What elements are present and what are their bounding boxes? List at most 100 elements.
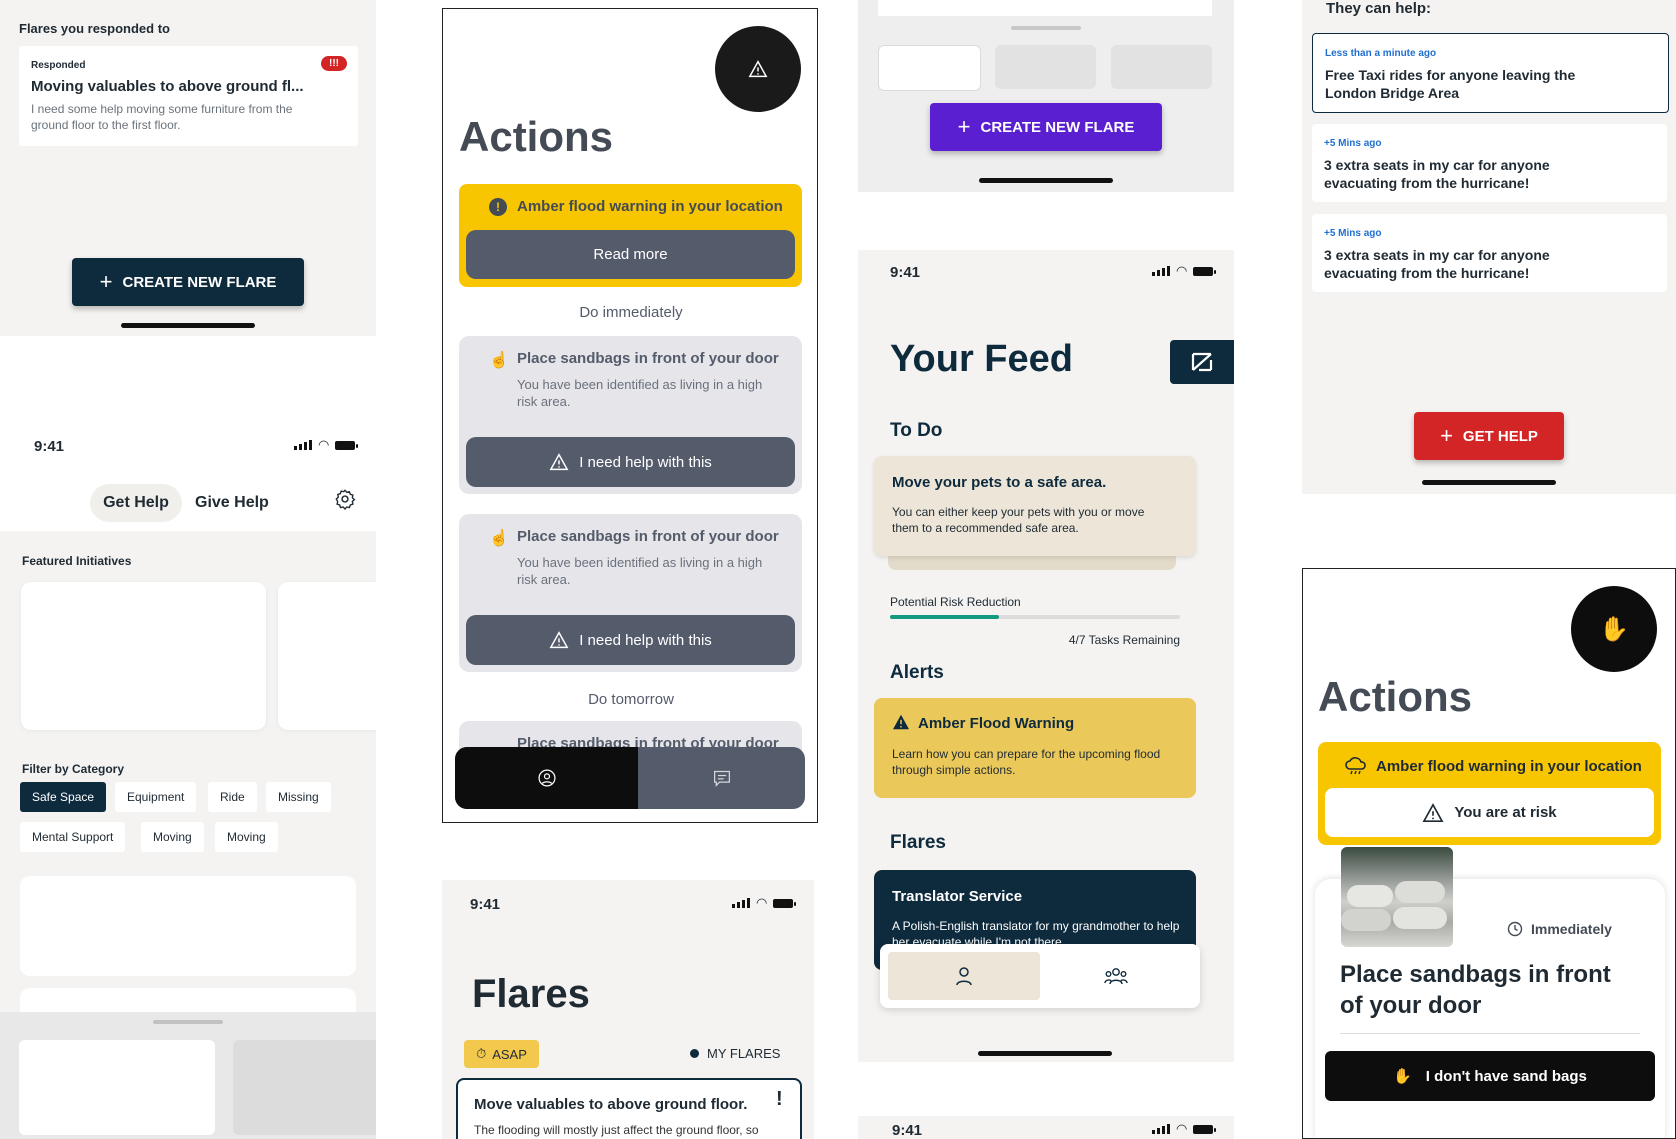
plus-icon: + xyxy=(99,269,113,294)
status-time: 9:41 xyxy=(470,896,501,913)
flare-title: Move valuables to above ground floor. xyxy=(474,1096,748,1113)
create-flare-button[interactable]: + CREATE NEW FLARE xyxy=(72,258,304,306)
sheet-option[interactable] xyxy=(1111,45,1212,89)
chip-mental-support[interactable]: Mental Support xyxy=(20,822,126,852)
warning-icon xyxy=(549,631,569,649)
chip-moving[interactable]: Moving xyxy=(215,822,278,852)
get-help-button[interactable]: + GET HELP xyxy=(1414,412,1564,460)
get-help-screen: 9:41 ◠ Get Help Give Help Featured Initi… xyxy=(0,336,376,1139)
offer-text: 3 extra seats in my car for anyone evacu… xyxy=(1324,157,1550,191)
divider xyxy=(1340,1033,1640,1034)
alert-text: Amber flood warning in your location xyxy=(517,198,783,215)
nav-messages[interactable] xyxy=(638,747,805,809)
task-title: Place sandbags in front of your door xyxy=(517,350,779,367)
page-title: Your Feed xyxy=(890,338,1073,380)
sheet-handle[interactable] xyxy=(1011,26,1081,30)
no-sandbags-button[interactable]: ✋ I don't have sand bags xyxy=(1325,1051,1655,1101)
tab-get-help[interactable]: Get Help xyxy=(90,484,182,522)
my-flares-toggle[interactable]: MY FLARES xyxy=(690,1046,780,1061)
create-flare-label: CREATE NEW FLARE xyxy=(980,118,1135,136)
list-item[interactable] xyxy=(20,876,356,976)
need-help-button[interactable]: I need help with this xyxy=(466,437,795,487)
raised-hand-icon[interactable]: ✋ xyxy=(1571,586,1657,672)
bottom-sheet xyxy=(0,1012,376,1139)
status-badge: Responded xyxy=(31,60,86,71)
flare-body: The flooding will mostly just affect the… xyxy=(474,1123,759,1137)
risk-button[interactable]: You are at risk xyxy=(1325,788,1654,837)
nav-profile[interactable] xyxy=(888,952,1040,1000)
bottom-nav xyxy=(880,944,1200,1008)
filter-title: Filter by Category xyxy=(22,762,125,776)
group-label: Do immediately xyxy=(579,304,683,321)
tab-give-help[interactable]: Give Help xyxy=(195,484,269,522)
raised-hand-icon: ✋ xyxy=(1393,1068,1412,1085)
sheet-option[interactable] xyxy=(19,1040,215,1135)
offer-card[interactable]: Less than a minute ago Free Taxi rides f… xyxy=(1312,33,1669,113)
nav-community[interactable] xyxy=(1040,952,1192,1000)
actions-screen: Actions ! Amber flood warning in your lo… xyxy=(442,8,818,823)
exclamation-icon: ! xyxy=(489,198,507,216)
chip-equipment[interactable]: Equipment xyxy=(115,782,197,812)
offer-card[interactable]: +5 Mins ago 3 extra seats in my car for … xyxy=(1312,124,1667,202)
asap-badge[interactable]: ⏱ ASAP xyxy=(464,1040,539,1068)
create-flare-button[interactable]: + CREATE NEW FLARE xyxy=(930,103,1162,151)
offer-text: 3 extra seats in my car for anyone evacu… xyxy=(1324,247,1550,281)
need-help-button[interactable]: I need help with this xyxy=(466,615,795,665)
chip-moving[interactable]: Moving xyxy=(141,822,204,852)
sheet-top xyxy=(878,0,1212,16)
dot-icon xyxy=(690,1049,699,1058)
responded-flare-card[interactable]: Responded !!! Moving valuables to above … xyxy=(19,46,358,146)
featured-card[interactable] xyxy=(21,582,266,730)
alert-card[interactable]: Amber Flood Warning Learn how you can pr… xyxy=(874,698,1196,798)
warning-icon xyxy=(549,453,569,471)
offer-time: Less than a minute ago xyxy=(1325,48,1437,59)
home-indicator xyxy=(1422,480,1556,485)
message-icon xyxy=(713,770,730,787)
sheet-handle[interactable] xyxy=(153,1020,223,1024)
task-title: Place sandbags in front of your door xyxy=(517,528,779,545)
tap-icon: ☝ xyxy=(489,530,509,547)
home-indicator xyxy=(978,1051,1112,1056)
rain-cloud-icon xyxy=(1345,757,1366,775)
task-card: ☝ Place sandbags in front of your door Y… xyxy=(459,336,802,494)
offer-text: Free Taxi rides for anyone leaving the L… xyxy=(1325,67,1576,101)
risk-progress-bar xyxy=(890,615,1180,619)
flare-title: Moving valuables to above ground fl... xyxy=(31,78,304,95)
urgency-icon: ! xyxy=(776,1088,783,1110)
task-desc: You have been identified as living in a … xyxy=(517,555,763,587)
flare-card[interactable]: Move valuables to above ground floor. ! … xyxy=(456,1078,802,1139)
chip-safe-space[interactable]: Safe Space xyxy=(20,782,107,812)
actions-detail-screen: ✋ Actions Amber flood warning in your lo… xyxy=(1302,568,1676,1139)
status-time: 9:41 xyxy=(892,1122,923,1139)
warning-icon[interactable] xyxy=(715,26,801,112)
todo-title: To Do xyxy=(890,420,943,441)
section-title: They can help: xyxy=(1326,0,1432,17)
nav-profile[interactable] xyxy=(455,747,638,809)
flare-body: I need some help moving some furniture f… xyxy=(31,102,293,132)
settings-gear-icon[interactable] xyxy=(334,488,356,511)
todo-card[interactable]: Move your pets to a safe area. You can e… xyxy=(874,456,1196,556)
offer-card[interactable]: +5 Mins ago 3 extra seats in my car for … xyxy=(1312,214,1667,292)
task-card: ☝ Place sandbags in front of your door Y… xyxy=(459,514,802,672)
feed-screen: 9:41 ◠ Your Feed To Do Move your pets to… xyxy=(858,250,1234,1062)
person-icon xyxy=(956,967,972,986)
alerts-title: Alerts xyxy=(890,662,944,683)
chip-ride[interactable]: Ride xyxy=(208,782,257,812)
sheet-option[interactable] xyxy=(878,45,981,91)
page-title: Actions xyxy=(1318,673,1473,720)
app-logo-icon[interactable] xyxy=(1170,340,1234,384)
sheet-option[interactable] xyxy=(233,1040,376,1135)
battery-icon xyxy=(1193,1124,1217,1134)
section-title: Flares you responded to xyxy=(19,21,170,36)
read-more-button[interactable]: Read more xyxy=(466,230,795,279)
chip-missing[interactable]: Missing xyxy=(266,782,331,812)
create-flare-sheet: + CREATE NEW FLARE xyxy=(858,0,1234,192)
status-icons: ◠ xyxy=(1152,264,1217,277)
status-icons: ◠ xyxy=(732,896,797,909)
status-time: 9:41 xyxy=(890,264,921,281)
asap-label: ASAP xyxy=(492,1046,527,1062)
featured-card[interactable] xyxy=(278,582,376,730)
warning-icon xyxy=(893,714,909,730)
timing-badge: Immediately xyxy=(1507,921,1612,937)
sheet-option[interactable] xyxy=(995,45,1096,89)
